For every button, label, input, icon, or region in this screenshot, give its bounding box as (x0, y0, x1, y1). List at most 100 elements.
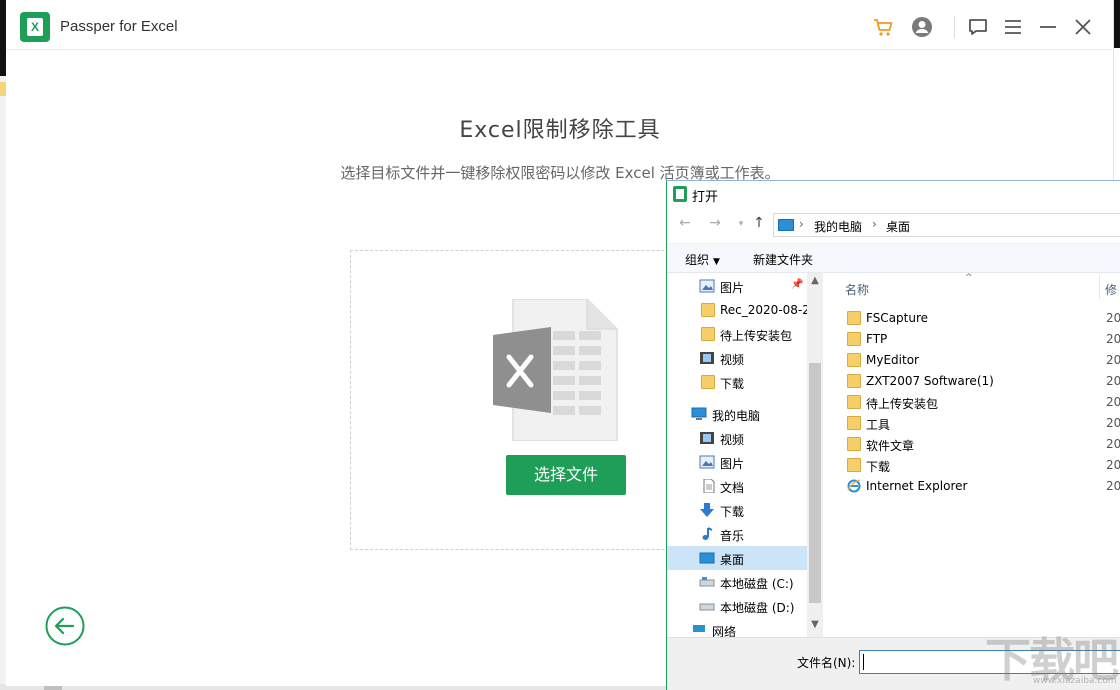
nav-item-label: 图片 (720, 457, 745, 471)
nav-item-label: Rec_2020-08-2 (720, 303, 807, 317)
column-header-name[interactable]: 名称 (845, 281, 869, 298)
menu-icon[interactable] (1002, 16, 1024, 38)
drive-icon (699, 577, 715, 587)
file-name: FSCapture (866, 311, 929, 325)
file-name: 软件文章 (866, 439, 915, 453)
background-window-dark-right (1114, 0, 1120, 48)
app-title: Passper for Excel (60, 18, 178, 35)
cart-icon[interactable] (872, 16, 894, 38)
folder-icon (701, 303, 715, 317)
select-file-button[interactable]: 选择文件 (506, 455, 626, 495)
breadcrumb-my-computer[interactable]: 我的电脑 (814, 218, 862, 235)
folder-icon (847, 437, 861, 451)
dialog-title: 打开 (692, 190, 719, 205)
user-icon[interactable] (911, 16, 933, 38)
recent-dropdown-icon[interactable]: ▾ (731, 219, 751, 229)
organize-label: 组织 (685, 253, 710, 267)
dialog-titlebar: 打开 (667, 181, 1120, 207)
sort-ascending-icon: ^ (965, 273, 973, 283)
folder-icon (847, 332, 861, 346)
nav-item-videos[interactable]: 视频 (667, 346, 807, 370)
nav-item-label: 桌面 (720, 553, 745, 567)
nav-item-label: 下载 (720, 377, 745, 391)
file-row[interactable]: 待上传安装包 20 (827, 392, 1120, 413)
app-logo-icon: X (20, 12, 50, 42)
document-icon (703, 479, 715, 493)
nav-item-network[interactable]: 网络 (667, 618, 807, 637)
nav-item-drive-d[interactable]: 本地磁盘 (D:) (667, 594, 807, 618)
feedback-icon[interactable] (967, 16, 989, 38)
nav-item-label: 待上传安装包 (720, 329, 793, 343)
nav-item-pending-packages[interactable]: 待上传安装包 (667, 322, 807, 346)
download-icon (700, 503, 714, 517)
nav-item-documents[interactable]: 文档 (667, 474, 807, 498)
dialog-command-bar: 组织 ▼ 新建文件夹 (667, 243, 1120, 273)
toolbar-divider (954, 16, 955, 38)
file-name: MyEditor (866, 353, 919, 367)
drive-icon (699, 603, 715, 611)
file-row[interactable]: ZXT2007 Software(1) 20 (827, 371, 1120, 392)
desktop-icon (699, 552, 715, 564)
nav-item-pictures-pc[interactable]: 图片 (667, 450, 807, 474)
address-bar[interactable]: › 我的电脑 › 桌面 (773, 213, 1120, 237)
folder-icon (847, 458, 861, 472)
forward-icon[interactable]: → (705, 215, 725, 231)
file-date: 20 (1106, 479, 1120, 493)
file-row[interactable]: MyEditor 20 (827, 350, 1120, 371)
file-row[interactable]: 下载 20 (827, 455, 1120, 476)
nav-item-videos-pc[interactable]: 视频 (667, 426, 807, 450)
back-arrow-icon[interactable] (45, 606, 85, 646)
nav-pane-scrollbar[interactable]: ▲ ▼ (807, 273, 823, 637)
excel-file-icon (493, 299, 618, 441)
ie-icon (847, 479, 861, 493)
nav-item-music[interactable]: 音乐 (667, 522, 807, 546)
file-name: 工具 (866, 418, 891, 432)
text-cursor (863, 654, 864, 670)
scroll-down-icon[interactable]: ▼ (807, 619, 823, 630)
folder-icon (847, 395, 861, 409)
dialog-app-icon (673, 186, 687, 202)
nav-item-label: 视频 (720, 353, 745, 367)
file-row[interactable]: FSCapture 20 (827, 308, 1120, 329)
file-date: 20 (1106, 311, 1120, 325)
organize-button[interactable]: 组织 ▼ (685, 251, 720, 268)
page-title: Excel限制移除工具 (459, 118, 661, 143)
scrollbar-thumb[interactable] (809, 363, 821, 603)
file-date: 20 (1106, 374, 1120, 388)
breadcrumb-desktop[interactable]: 桌面 (886, 218, 910, 235)
folder-icon (847, 416, 861, 430)
column-header-modified[interactable]: 修 (1105, 281, 1117, 298)
nav-item-drive-c[interactable]: 本地磁盘 (C:) (667, 570, 807, 594)
folder-icon (701, 375, 715, 389)
nav-item-pictures[interactable]: 图片 📌 (667, 274, 807, 298)
scroll-up-icon[interactable]: ▲ (807, 275, 823, 286)
network-icon (693, 625, 705, 632)
watermark-url: www.xiazaiba.com (1033, 676, 1117, 686)
video-icon (700, 432, 714, 444)
nav-item-label: 文档 (720, 481, 745, 495)
close-icon[interactable] (1072, 16, 1094, 38)
file-date: 20 (1106, 458, 1120, 472)
back-icon[interactable]: ← (675, 215, 695, 231)
up-folder-icon[interactable]: ↑ (749, 215, 769, 231)
breadcrumb-separator: › (872, 217, 877, 231)
nav-item-downloads[interactable]: 下载 (667, 498, 807, 522)
nav-item-downloads-folder[interactable]: 下载 (667, 370, 807, 394)
nav-item-label: 下载 (720, 505, 745, 519)
file-row[interactable]: Internet Explorer 20 (827, 476, 1120, 497)
file-date: 20 (1106, 395, 1120, 409)
pin-icon[interactable]: 📌 (791, 279, 803, 290)
nav-item-my-computer[interactable]: 我的电脑 (667, 402, 807, 426)
file-row[interactable]: 软件文章 20 (827, 434, 1120, 455)
file-name: 待上传安装包 (866, 397, 939, 411)
file-row[interactable]: 工具 20 (827, 413, 1120, 434)
computer-icon (778, 219, 794, 231)
file-list: ^ 名称 修 FSCapture 20 FTP 20 MyEditor 20 ZXT2… (827, 273, 1120, 637)
open-file-dialog: 打开 ← → ▾ ↑ › 我的电脑 › 桌面 组织 ▼ 新建文件夹 图片 📌 Re… (666, 180, 1120, 690)
column-divider[interactable] (1099, 275, 1100, 299)
nav-item-desktop[interactable]: 桌面 (667, 546, 807, 570)
file-row[interactable]: FTP 20 (827, 329, 1120, 350)
minimize-icon[interactable] (1037, 16, 1059, 38)
new-folder-button[interactable]: 新建文件夹 (753, 251, 813, 268)
nav-item-rec[interactable]: Rec_2020-08-2 (667, 298, 807, 322)
